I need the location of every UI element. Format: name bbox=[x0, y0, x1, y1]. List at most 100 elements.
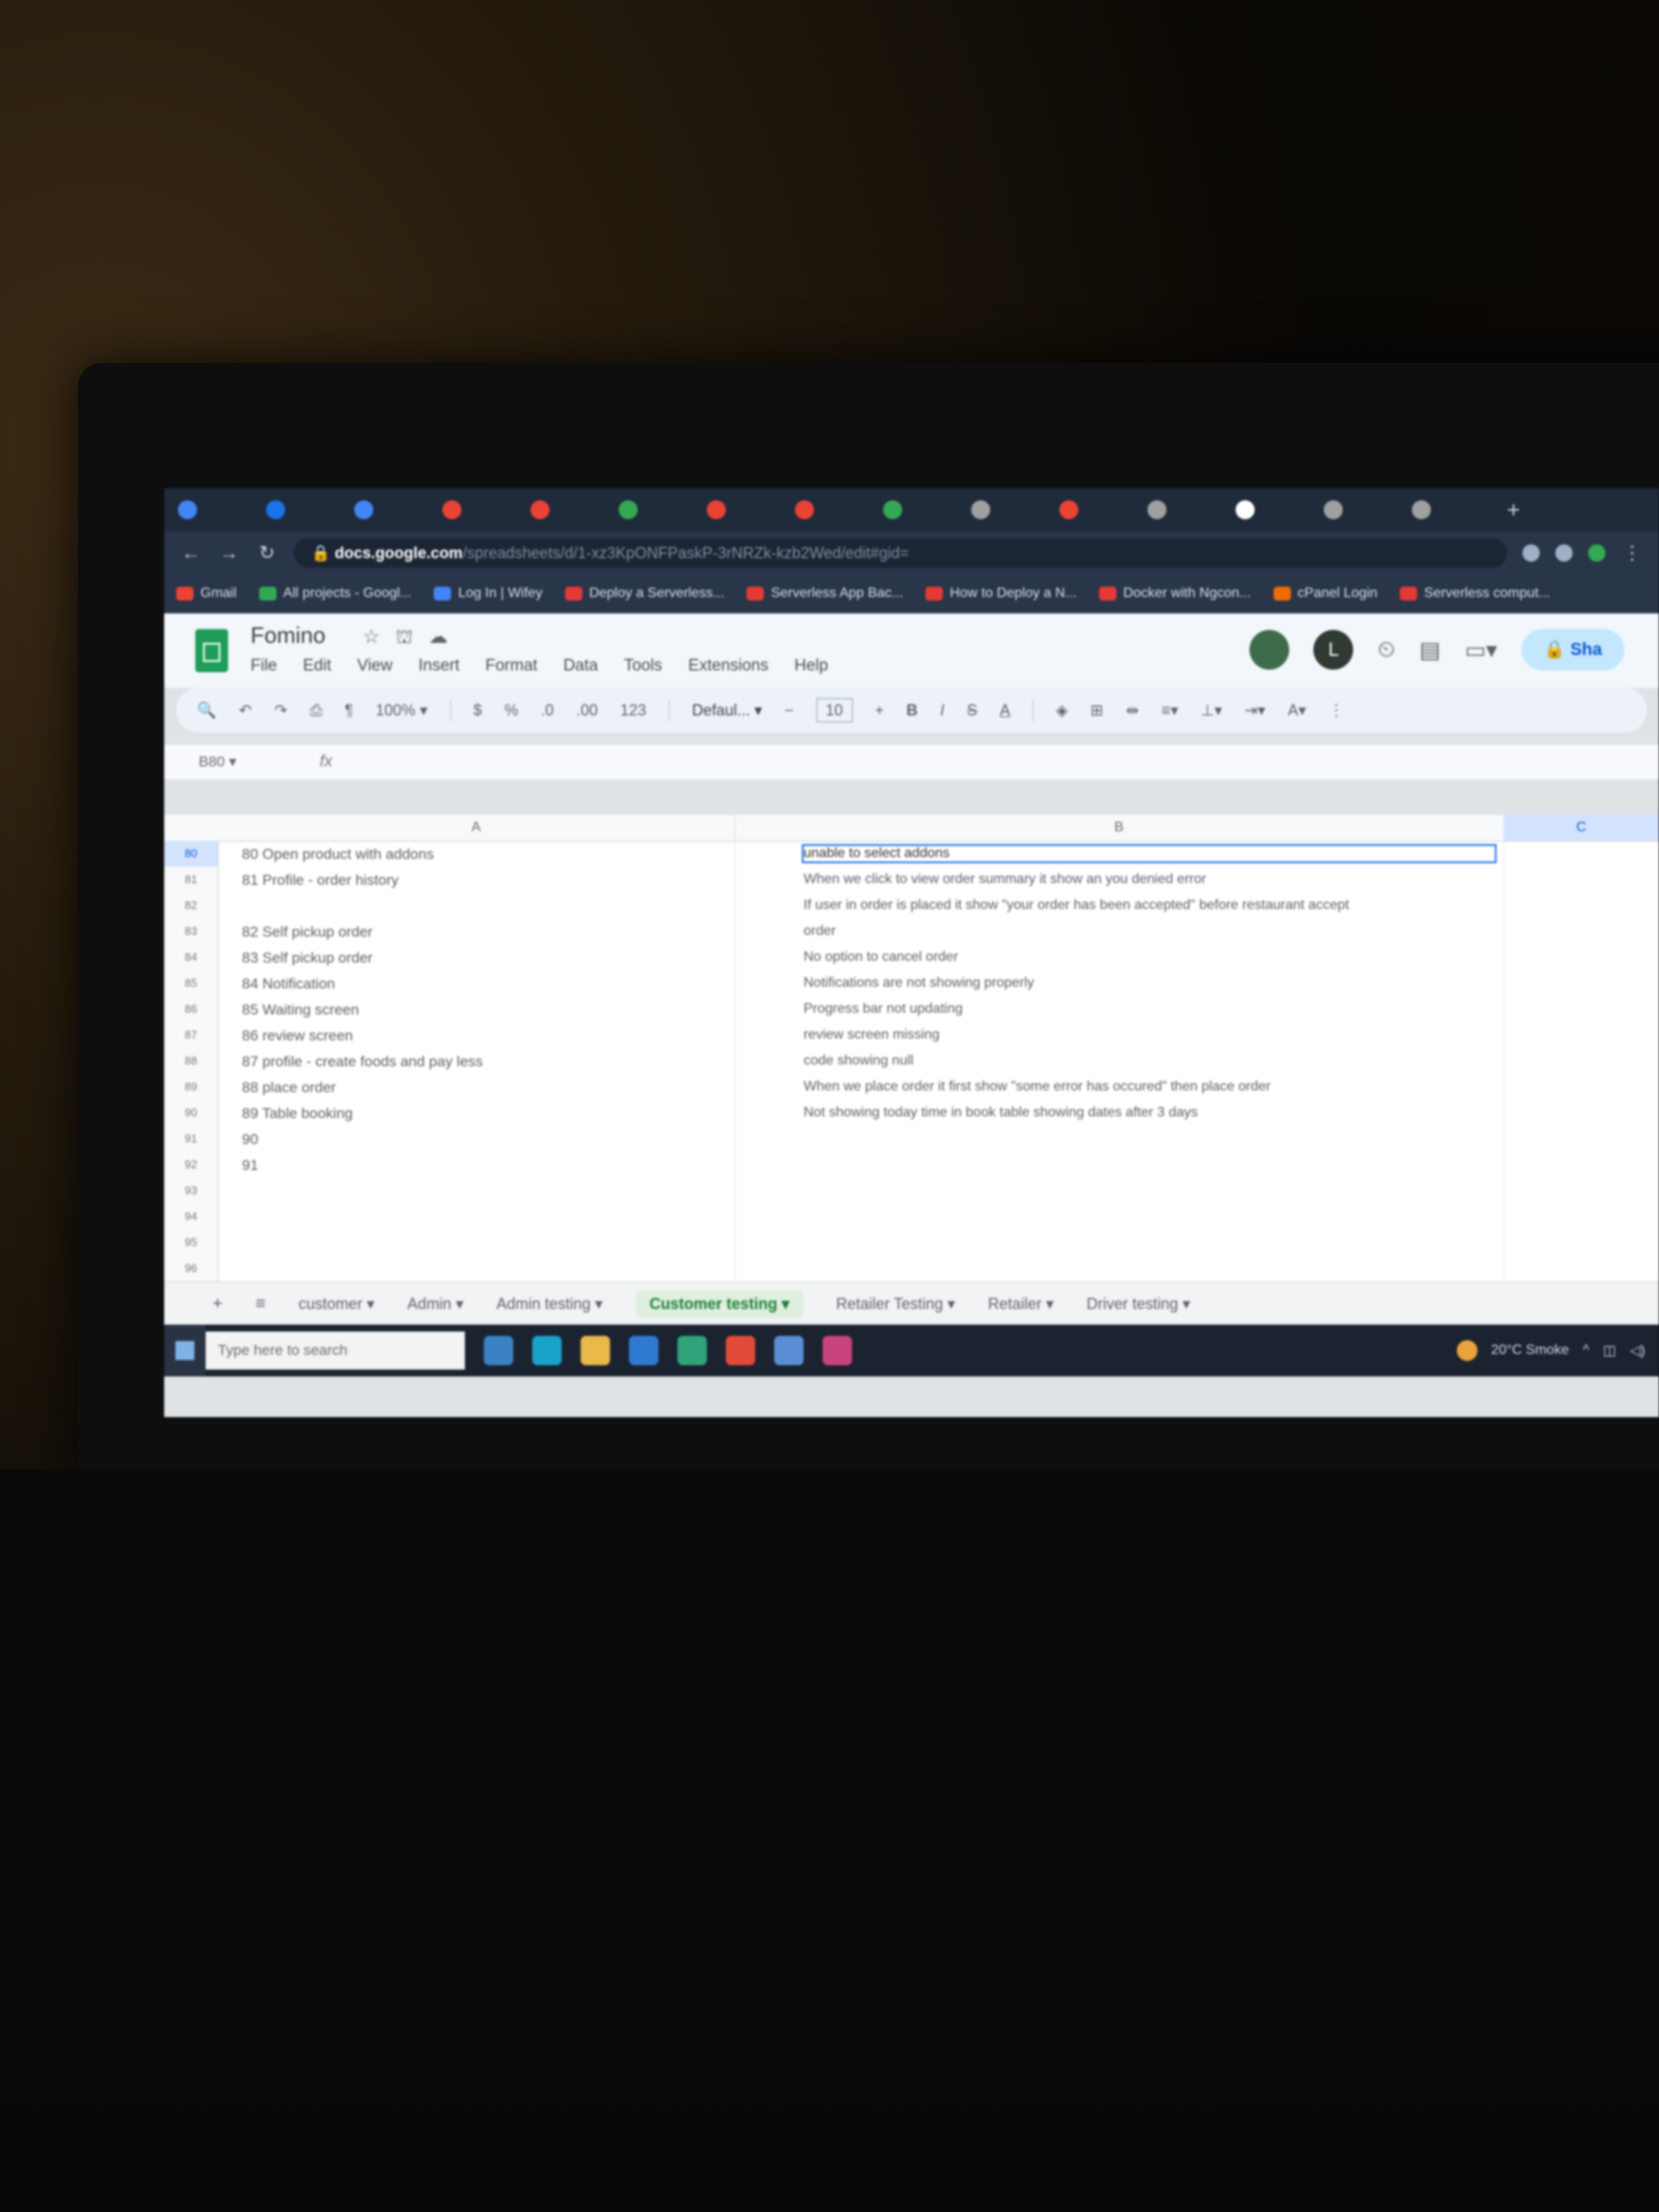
weather-text[interactable]: 20°C Smoke bbox=[1491, 1343, 1569, 1358]
cell-b[interactable]: Not showing today time in book table sho… bbox=[804, 1105, 1650, 1121]
sheets-logo-icon[interactable] bbox=[195, 629, 228, 672]
row-number[interactable]: 95 bbox=[164, 1230, 218, 1255]
bookmark-item[interactable]: Gmail bbox=[176, 586, 237, 601]
taskbar-app-icon[interactable] bbox=[774, 1336, 804, 1365]
paint-format-icon[interactable]: ¶ bbox=[345, 702, 353, 720]
sheet-tab[interactable]: Admin testing ▾ bbox=[496, 1295, 602, 1313]
sheet-tab[interactable]: Driver testing ▾ bbox=[1086, 1295, 1190, 1313]
cloud-saved-icon[interactable]: ☁ bbox=[429, 626, 448, 651]
column-header-a[interactable]: A bbox=[218, 815, 735, 841]
history-icon[interactable]: ⏲ bbox=[1377, 636, 1395, 664]
font-size-input[interactable]: 10 bbox=[816, 698, 853, 722]
zoom-select[interactable]: 100% ▾ bbox=[376, 702, 428, 720]
bookmark-item[interactable]: Serverless comput... bbox=[1400, 586, 1550, 601]
cell-a[interactable]: 89 Table booking bbox=[242, 1105, 691, 1122]
menu-item-insert[interactable]: Insert bbox=[418, 657, 460, 676]
taskbar-app-icon[interactable] bbox=[677, 1336, 707, 1365]
menu-item-format[interactable]: Format bbox=[486, 657, 537, 676]
italic-icon[interactable]: I bbox=[940, 702, 944, 720]
cell-a[interactable]: 87 profile - create foods and pay less bbox=[242, 1053, 691, 1071]
bookmark-item[interactable]: Serverless App Bac... bbox=[747, 586, 903, 601]
taskbar-app-icon[interactable] bbox=[484, 1336, 513, 1365]
cell-b[interactable]: When we place order it first show "some … bbox=[804, 1079, 1650, 1095]
sheet-tab[interactable]: customer ▾ bbox=[298, 1295, 374, 1313]
row-number[interactable]: 93 bbox=[164, 1178, 218, 1204]
browser-tab-favicon-icon[interactable] bbox=[1236, 500, 1255, 519]
cell-a[interactable]: 83 Self pickup order bbox=[242, 950, 691, 967]
align-horizontal-icon[interactable]: ≡▾ bbox=[1161, 702, 1179, 720]
browser-tab-favicon-icon[interactable] bbox=[1324, 500, 1343, 519]
tray-chevron-icon[interactable]: ^ bbox=[1583, 1343, 1590, 1358]
cell-b[interactable]: order bbox=[804, 924, 1650, 939]
all-sheets-icon[interactable]: ≡ bbox=[256, 1294, 266, 1314]
sheet-tab[interactable]: Retailer ▾ bbox=[988, 1295, 1053, 1313]
column-header-b[interactable]: B bbox=[734, 815, 1504, 841]
cell-a[interactable]: 82 Self pickup order bbox=[242, 924, 691, 941]
profile-icon[interactable] bbox=[1588, 544, 1605, 562]
browser-tab-favicon-icon[interactable] bbox=[354, 500, 373, 519]
bookmark-item[interactable]: All projects - Googl... bbox=[258, 586, 411, 601]
font-select[interactable]: Defaul... ▾ bbox=[692, 702, 762, 720]
text-color-icon[interactable]: A bbox=[1000, 702, 1010, 720]
taskbar-app-icon[interactable] bbox=[581, 1336, 610, 1365]
row-number[interactable]: 92 bbox=[164, 1152, 218, 1178]
star-icon[interactable]: ☆ bbox=[363, 626, 380, 651]
menu-item-view[interactable]: View bbox=[357, 657, 392, 676]
strikethrough-icon[interactable]: S bbox=[967, 702, 977, 720]
search-menus-icon[interactable]: 🔍 bbox=[197, 702, 216, 720]
undo-icon[interactable]: ↶ bbox=[238, 702, 251, 720]
sheet-tab[interactable]: Retailer Testing ▾ bbox=[836, 1295, 956, 1313]
extension-icon[interactable] bbox=[1522, 544, 1540, 562]
taskbar-app-icon[interactable] bbox=[629, 1336, 658, 1365]
row-number[interactable]: 82 bbox=[164, 893, 218, 918]
cell-b[interactable]: If user in order is placed it show "your… bbox=[804, 898, 1650, 913]
new-tab-icon[interactable]: + bbox=[1507, 497, 1520, 524]
decimal-increase-icon[interactable]: .00 bbox=[576, 702, 598, 720]
meet-icon[interactable]: ▭▾ bbox=[1465, 637, 1497, 664]
cell-a[interactable]: 91 bbox=[242, 1157, 691, 1174]
cell-a[interactable]: 90 bbox=[242, 1131, 691, 1148]
sheet-tab[interactable]: Customer testing ▾ bbox=[635, 1289, 804, 1319]
cell-a[interactable]: 88 place order bbox=[242, 1079, 691, 1096]
cell-a[interactable]: 86 review screen bbox=[242, 1027, 691, 1045]
row-number[interactable]: 88 bbox=[164, 1048, 218, 1074]
spreadsheet-grid[interactable]: ABC 80 81 82 83 84 85 86 87 88 89 90 91 92 93 94 95 96 8… bbox=[164, 815, 1659, 1281]
row-number[interactable]: 87 bbox=[164, 1022, 218, 1048]
fill-color-icon[interactable]: ◈ bbox=[1056, 702, 1068, 720]
menu-item-data[interactable]: Data bbox=[563, 657, 598, 676]
menu-item-extensions[interactable]: Extensions bbox=[688, 657, 768, 676]
cell-b[interactable]: When we click to view order summary it s… bbox=[804, 872, 1650, 887]
bookmark-item[interactable]: How to Deploy a N... bbox=[925, 586, 1077, 601]
name-box[interactable]: B80 ▾ bbox=[199, 753, 285, 771]
decimal-decrease-icon[interactable]: .0 bbox=[541, 702, 554, 720]
row-number[interactable]: 89 bbox=[164, 1074, 218, 1100]
bookmark-item[interactable]: Docker with Ngcon... bbox=[1099, 586, 1251, 601]
browser-tab-favicon-icon[interactable] bbox=[1059, 500, 1078, 519]
row-number[interactable]: 84 bbox=[164, 944, 218, 970]
move-folder-icon[interactable]: ⛫ bbox=[396, 626, 413, 651]
browser-tab-favicon-icon[interactable] bbox=[531, 500, 550, 519]
row-number[interactable]: 90 bbox=[164, 1100, 218, 1126]
percent-icon[interactable]: % bbox=[505, 702, 518, 720]
row-number[interactable]: 86 bbox=[164, 996, 218, 1022]
row-number[interactable]: 91 bbox=[164, 1126, 218, 1152]
menu-item-tools[interactable]: Tools bbox=[624, 657, 662, 676]
network-icon[interactable]: ◫ bbox=[1603, 1342, 1616, 1359]
menu-item-file[interactable]: File bbox=[251, 657, 277, 676]
cell-a[interactable]: 84 Notification bbox=[242, 976, 691, 993]
volume-icon[interactable]: ◁) bbox=[1630, 1342, 1645, 1359]
start-button[interactable] bbox=[164, 1325, 206, 1376]
align-vertical-icon[interactable]: ⊥▾ bbox=[1201, 702, 1223, 720]
browser-tab-favicon-icon[interactable] bbox=[707, 500, 726, 519]
taskbar-app-icon[interactable] bbox=[726, 1336, 755, 1365]
menu-item-edit[interactable]: Edit bbox=[303, 657, 332, 676]
number-format-icon[interactable]: 123 bbox=[620, 702, 646, 720]
browser-tab-favicon-icon[interactable] bbox=[442, 500, 461, 519]
sheet-tab[interactable]: Admin ▾ bbox=[407, 1295, 463, 1313]
forward-icon[interactable]: → bbox=[218, 542, 240, 564]
browser-tab-favicon-icon[interactable] bbox=[266, 500, 285, 519]
url-field[interactable]: 🔒 docs.google.com/spreadsheets/d/1-xz3Kp… bbox=[294, 538, 1507, 568]
cell-b[interactable]: No option to cancel order bbox=[804, 950, 1650, 965]
browser-tab-favicon-icon[interactable] bbox=[619, 500, 638, 519]
browser-tab-favicon-icon[interactable] bbox=[971, 500, 990, 519]
